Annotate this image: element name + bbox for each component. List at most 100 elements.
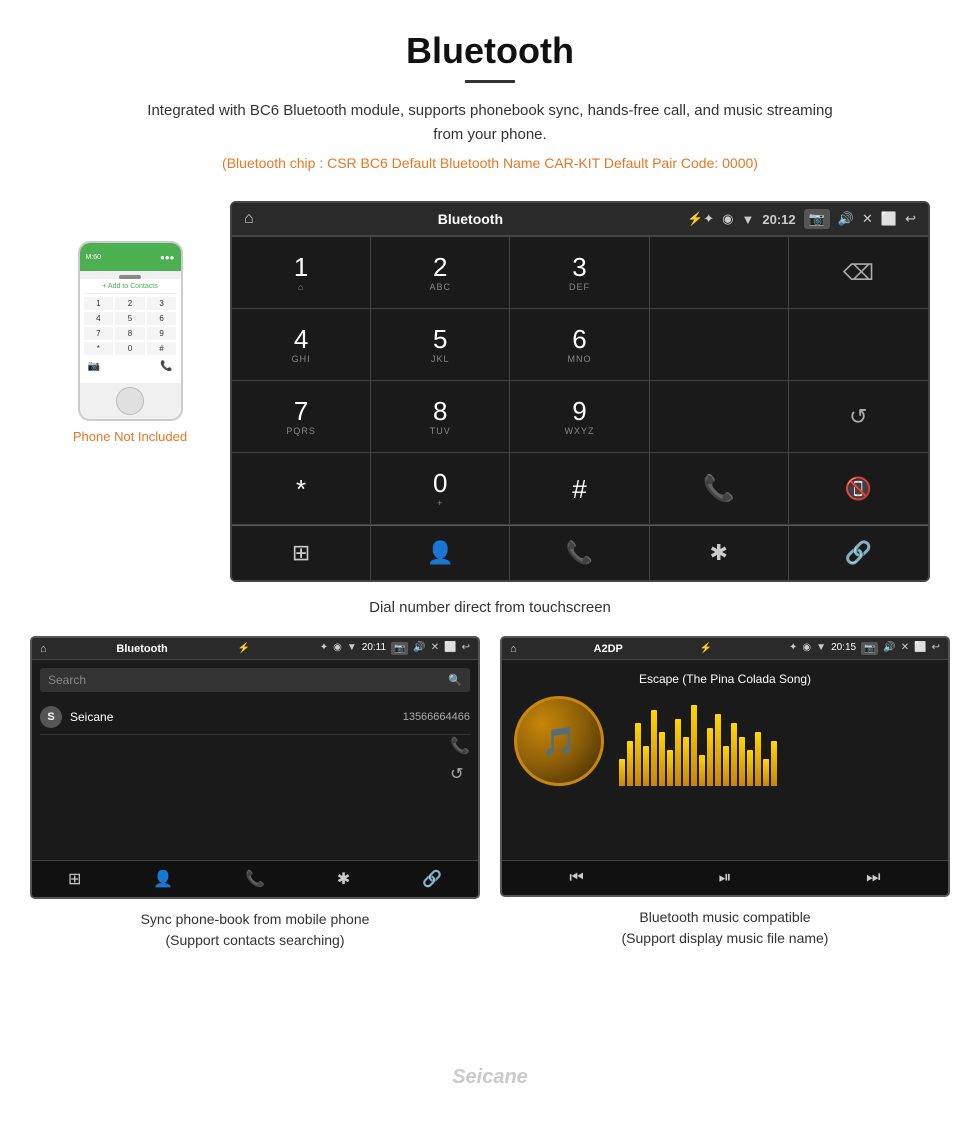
dialpad-key-2[interactable]: 2 ABC [371,237,510,309]
dialpad-key-3[interactable]: 3 DEF [510,237,649,309]
phonebook-screen-header: ⌂ Bluetooth ⚡ ✦ ◉ ▼ 20:11 📷 🔊 ✕ ⬜ ↩ [32,638,478,660]
dialpad-refresh-key[interactable]: ↺ [789,381,928,453]
wifi-icon-music: ▼ [816,642,826,655]
dialpad-delete-key[interactable]: ⌫ [789,237,928,309]
close-icon-small[interactable]: ✕ [431,642,439,655]
dialpad-key-star[interactable]: * [232,453,371,525]
delete-icon: ⌫ [843,260,874,286]
bottom-contacts-icon[interactable]: 👤 [371,526,510,580]
dialpad-key-5[interactable]: 5 JKL [371,309,510,381]
music-bar-17 [747,750,753,786]
dial-caption: Dial number direct from touchscreen [0,599,980,616]
pb-link-icon[interactable]: 🔗 [422,869,442,889]
dialpad-key-0[interactable]: 0 + [371,453,510,525]
music-bar-4 [643,746,649,787]
cam-icon-music[interactable]: 📷 [861,642,878,655]
music-bar-2 [627,741,633,786]
home-icon[interactable]: ⌂ [244,210,254,228]
page-header: Bluetooth Integrated with BC6 Bluetooth … [0,0,980,191]
music-bar-8 [675,719,681,787]
contact-row[interactable]: S Seicane 13566664466 [40,700,470,735]
music-album-art: 🎵 [514,696,604,786]
phone-dialpad-mini: 123 456 789 *0# [84,297,177,355]
home-icon-small[interactable]: ⌂ [40,643,47,655]
pb-contacts-icon[interactable]: 👤 [153,869,173,889]
back-icon-small[interactable]: ↩ [462,642,470,655]
close-icon[interactable]: ✕ [862,211,873,227]
camera-icon[interactable]: 📷 [804,209,830,229]
page-title: Bluetooth [20,30,960,72]
phonebook-header-icons: ✦ ◉ ▼ 20:11 📷 🔊 ✕ ⬜ ↩ [320,642,470,655]
dialpad-key-hash[interactable]: # [510,453,649,525]
search-icon: 🔍 [448,674,462,687]
car-header-left-icons: ⌂ [244,210,254,228]
vol-icon-music[interactable]: 🔊 [883,642,895,655]
phonebook-bottom-bar: ⊞ 👤 📞 ✱ 🔗 [32,860,478,897]
dialpad-call-key[interactable]: 📞 [650,453,789,525]
call-green-icon: 📞 [703,473,735,504]
phone-carrier: M:60 [86,254,102,261]
music-bar-6 [659,732,665,786]
bottom-bluetooth-icon[interactable]: ✱ [650,526,789,580]
phone-image-area: M:60 ●●● + Add to Contacts 123 456 789 *… [50,201,210,444]
dialpad-display-area [650,237,789,309]
car-screen-header: ⌂ Bluetooth ⚡ ✦ ◉ ▼ 20:12 📷 🔊 ✕ ⬜ ↩ [232,203,928,236]
close-icon-music[interactable]: ✕ [901,642,909,655]
home-icon-music[interactable]: ⌂ [510,643,517,655]
bottom-dialpad-icon[interactable]: ⊞ [232,526,371,580]
dialpad-empty-3 [650,381,789,453]
usb-icon-music: ⚡ [700,643,712,654]
loc-icon-small: ◉ [333,642,342,655]
pb-phone-icon[interactable]: 📞 [245,869,265,889]
dialpad-key-1[interactable]: 1 ⌂ [232,237,371,309]
main-dial-section: M:60 ●●● + Add to Contacts 123 456 789 *… [0,191,980,587]
loc-icon-music: ◉ [802,642,811,655]
dialpad-empty-2 [789,309,928,381]
vol-icon-small[interactable]: 🔊 [413,642,425,655]
music-bar-7 [667,750,673,786]
music-screen: ⌂ A2DP ⚡ ✦ ◉ ▼ 20:15 📷 🔊 ✕ ⬜ ↩ Escape (T… [500,636,950,897]
music-bar-1 [619,759,625,786]
bottom-screenshots: ⌂ Bluetooth ⚡ ✦ ◉ ▼ 20:11 📷 🔊 ✕ ⬜ ↩ [0,636,980,951]
dialpad-key-7[interactable]: 7 PQRS [232,381,371,453]
back-icon-music[interactable]: ↩ [932,642,940,655]
music-bar-18 [755,732,761,786]
bottom-phone-icon[interactable]: 📞 [510,526,649,580]
pb-dialpad-icon[interactable]: ⊞ [68,869,81,889]
win-icon-small[interactable]: ⬜ [444,642,456,655]
pb-bt-icon[interactable]: ✱ [337,869,350,889]
next-track-icon[interactable]: ⏭ [866,869,880,887]
music-bar-9 [683,737,689,787]
music-bar-20 [771,741,777,786]
refresh-icon: ↺ [849,404,867,430]
location-icon: ◉ [722,211,733,227]
dialpad-key-6[interactable]: 6 MNO [510,309,649,381]
music-screen-title: A2DP [594,643,623,655]
music-bar-16 [739,737,745,787]
car-screen-dial: ⌂ Bluetooth ⚡ ✦ ◉ ▼ 20:12 📷 🔊 ✕ ⬜ ↩ 1 ⌂ [230,201,930,582]
prev-track-icon[interactable]: ⏮ [569,869,583,887]
phone-action-icon[interactable]: 📞 [450,736,470,756]
dialpad-key-4[interactable]: 4 GHI [232,309,371,381]
phone-add-contact: + Add to Contacts [84,283,177,294]
bottom-link-icon[interactable]: 🔗 [789,526,928,580]
volume-icon[interactable]: 🔊 [838,211,854,227]
usb-icon: ⚡ [687,211,703,227]
phonebook-search-bar[interactable]: Search 🔍 [40,668,470,692]
bluetooth-music-icon: 🎵 [542,725,577,758]
play-pause-icon[interactable]: ⏯ [719,869,732,887]
back-icon[interactable]: ↩ [905,211,916,227]
dialpad-end-call-key[interactable]: 📵 [789,453,928,525]
phonebook-sidebar: 📞 ↺ [450,736,470,784]
bluetooth-status-icon: ✦ [703,211,714,227]
window-icon[interactable]: ⬜ [881,211,897,227]
bt-icon-music: ✦ [789,642,797,655]
music-bar-11 [699,755,705,787]
cam-icon-small[interactable]: 📷 [391,642,408,655]
win-icon-music[interactable]: ⬜ [914,642,926,655]
dialpad-key-9[interactable]: 9 WXYZ [510,381,649,453]
refresh-action-icon[interactable]: ↺ [450,764,470,784]
music-bar-5 [651,710,657,787]
phone-mockup: M:60 ●●● + Add to Contacts 123 456 789 *… [78,241,183,421]
dialpad-key-8[interactable]: 8 TUV [371,381,510,453]
